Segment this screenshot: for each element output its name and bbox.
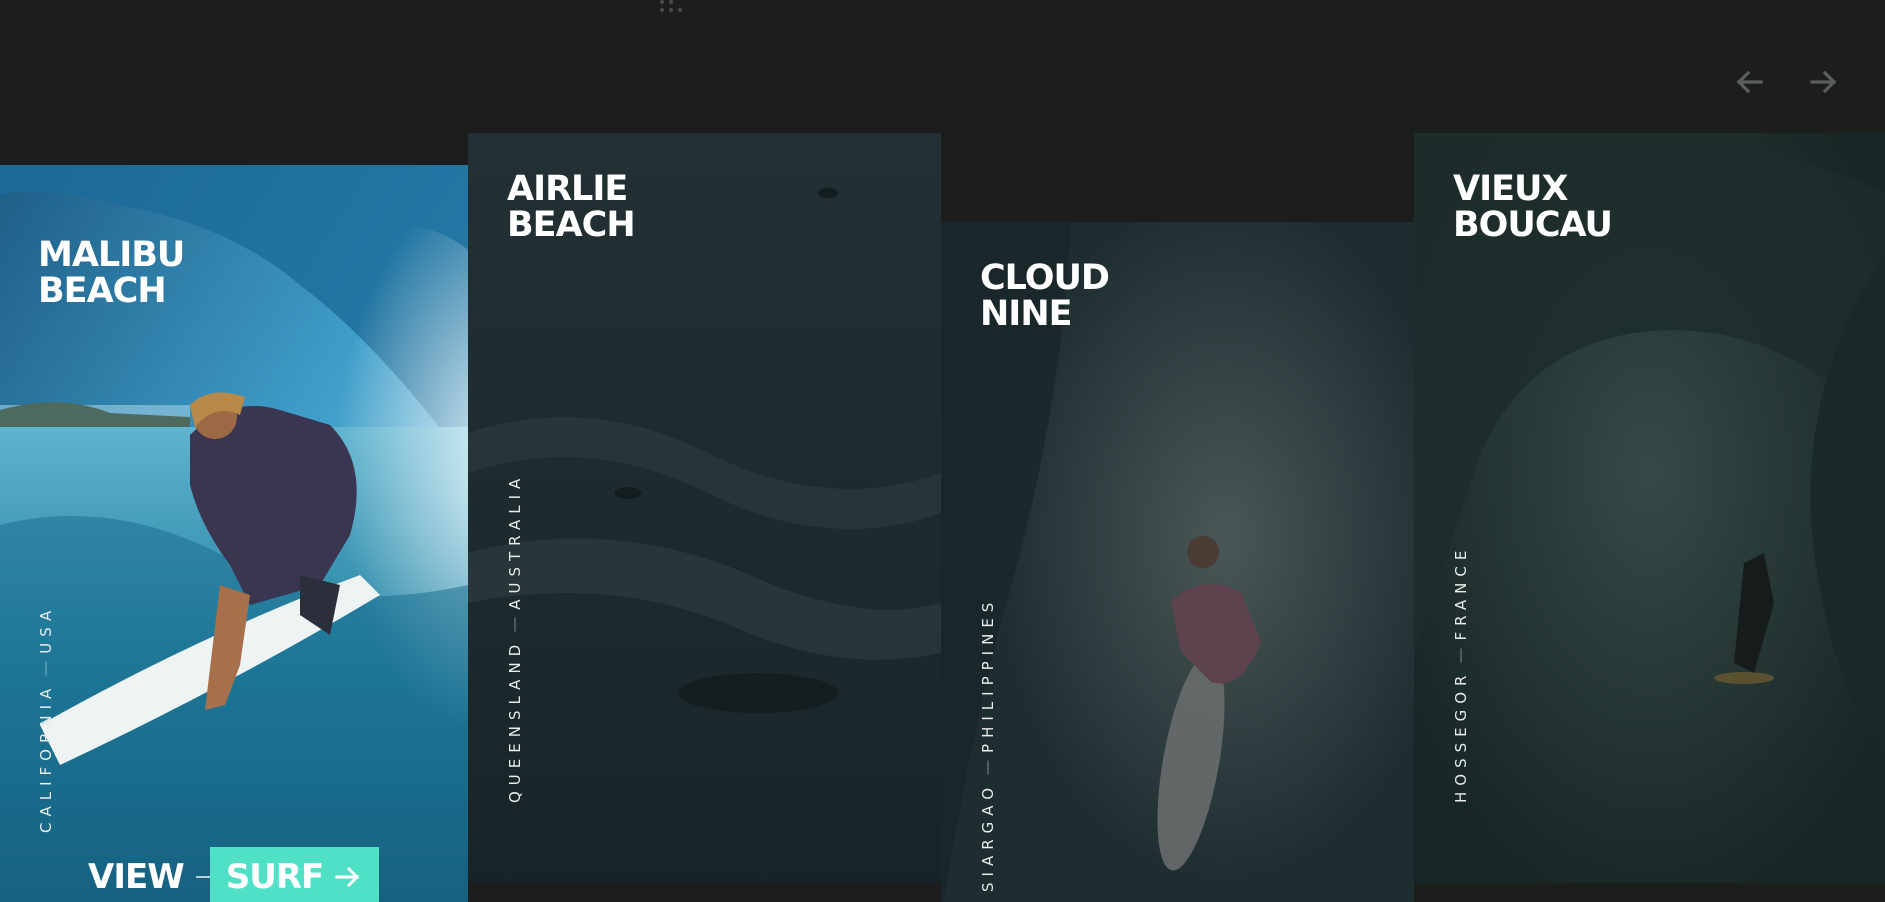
location-separator [987,760,989,775]
destination-card-vieux-boucau[interactable]: VIEUX BOUCAU HOSSEGOR FRANCE [1414,133,1885,883]
drag-dots-icon[interactable] [660,0,690,22]
card-location: CALIFORNIA USA [37,604,55,833]
card-overlay [468,133,941,883]
surf-label-box: SURF [209,847,380,902]
card-title: VIEUX BOUCAU [1453,169,1613,245]
arrow-left-icon [1736,70,1763,94]
prev-arrow-button[interactable] [1726,62,1772,102]
arrow-right-icon [335,866,360,888]
view-surf-button[interactable]: VIEW SURF [88,847,380,902]
card-title: AIRLIE BEACH [507,169,636,245]
card-overlay [1414,133,1885,883]
slider-stage: MALIBU BEACH CALIFORNIA USA VIEW SURF AI… [0,0,1885,902]
next-arrow-button[interactable] [1801,62,1847,102]
destination-card-malibu[interactable]: MALIBU BEACH CALIFORNIA USA VIEW SURF [0,165,468,902]
location-separator [514,617,516,632]
destination-card-cloud-nine[interactable]: CLOUD NINE SIARGAO PHILIPPINES [941,222,1414,902]
card-location: SIARGAO PHILIPPINES [979,596,997,892]
card-title: MALIBU BEACH [38,235,185,311]
arrow-right-icon [1810,70,1837,94]
location-separator [1460,648,1462,663]
surf-label: SURF [225,857,325,897]
card-location: HOSSEGOR FRANCE [1452,544,1470,803]
card-location: QUEENSLAND AUSTRALIA [506,472,524,803]
card-title: CLOUD NINE [980,258,1110,334]
cta-dash [195,876,210,878]
destination-card-airlie[interactable]: AIRLIE BEACH QUEENSLAND AUSTRALIA [468,133,941,883]
location-separator [45,661,47,676]
view-label: VIEW [88,857,185,897]
